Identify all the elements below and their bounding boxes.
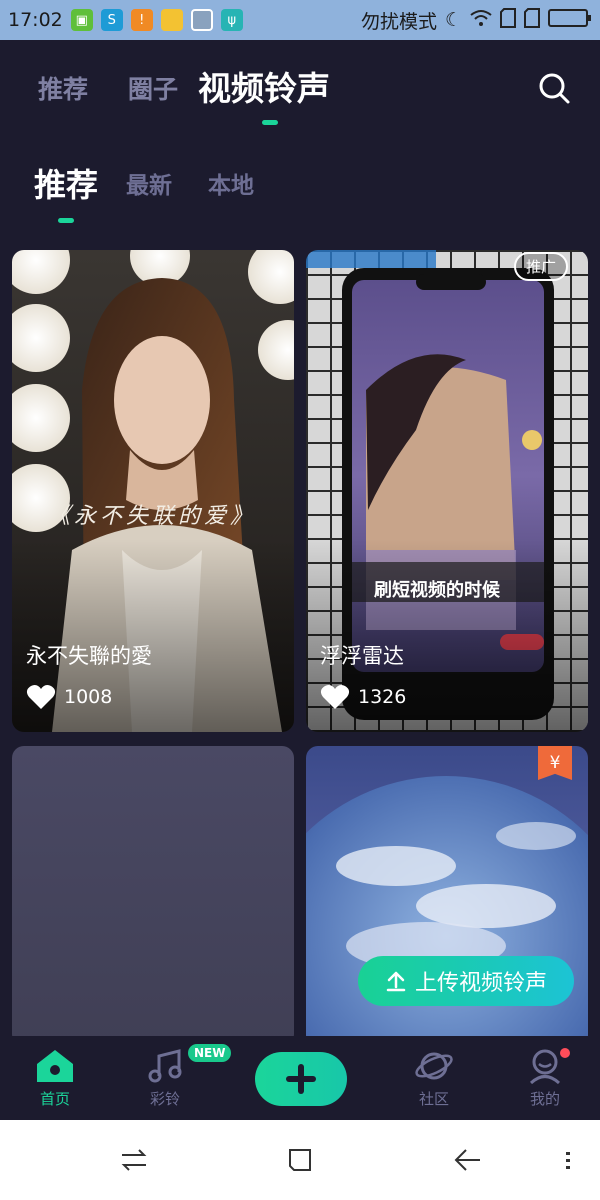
card-likes[interactable]: 1008 <box>26 684 112 710</box>
nav-home[interactable]: 首页 <box>15 1048 95 1109</box>
usb-icon: ψ <box>220 9 243 31</box>
search-button[interactable] <box>536 70 572 106</box>
bottom-nav: 首页 彩铃 NEW 社区 我的 <box>0 1036 600 1120</box>
nav-label: 首页 <box>39 1090 70 1108</box>
top-tab-indicator <box>262 120 278 125</box>
heart-icon <box>320 685 350 709</box>
back-icon <box>454 1149 480 1171</box>
status-bar: 17:02 ▣ S ! ψ 勿扰模式 ☾ <box>0 0 600 40</box>
card-overlay-text: 《永不失联的爱》 <box>48 504 257 529</box>
upload-video-ringtone-button[interactable]: 上传视频铃声 <box>358 956 574 1006</box>
warning-icon: ! <box>130 9 153 31</box>
system-nav-bar <box>0 1120 600 1200</box>
switch-app-button[interactable] <box>118 1144 150 1176</box>
app-icon: ▣ <box>70 9 93 31</box>
video-card[interactable]: 刷短视频的时候 推广 浮浮雷达 1326 <box>306 250 588 732</box>
tab-video-ringtone[interactable]: 视频铃声 <box>198 62 330 110</box>
subtab-recommend[interactable]: 推荐 <box>34 160 98 206</box>
top-tab-bar: 推荐 圈子 视频铃声 <box>0 40 600 140</box>
like-count: 1008 <box>64 686 113 708</box>
plus-icon <box>286 1064 316 1094</box>
sync-icon: S <box>100 9 123 31</box>
heart-icon <box>26 685 56 709</box>
nav-label: 彩铃 <box>149 1090 180 1108</box>
tab-circle[interactable]: 圈子 <box>128 70 178 106</box>
nav-community[interactable]: 社区 <box>394 1048 474 1109</box>
subtab-latest[interactable]: 最新 <box>126 166 172 200</box>
like-count: 1326 <box>358 686 407 708</box>
dnd-label: 勿扰模式 <box>360 10 437 33</box>
menu-icon <box>566 1152 570 1169</box>
nav-label: 社区 <box>418 1090 449 1108</box>
menu-button[interactable] <box>552 1144 584 1176</box>
new-badge: NEW <box>188 1044 232 1062</box>
planet-icon <box>415 1052 453 1080</box>
sub-tab-bar: 推荐 最新 本地 <box>0 140 600 240</box>
home-icon <box>37 1050 73 1082</box>
search-icon <box>539 73 570 104</box>
battery-icon <box>548 8 592 33</box>
sub-tab-indicator <box>58 218 74 223</box>
wifi-icon <box>470 9 492 32</box>
upload-label: 上传视频铃声 <box>414 971 547 996</box>
add-button[interactable] <box>255 1052 347 1106</box>
tab-recommend[interactable]: 推荐 <box>38 70 88 106</box>
video-card-placeholder[interactable] <box>12 746 294 1046</box>
home-square-icon <box>289 1149 311 1171</box>
card-title: 永不失聯的愛 <box>26 644 152 668</box>
card-likes[interactable]: 1326 <box>320 684 406 710</box>
subtab-local[interactable]: 本地 <box>208 166 254 200</box>
sim1-icon <box>500 7 516 33</box>
home-system-button[interactable] <box>284 1144 316 1176</box>
moon-icon: ☾ <box>444 9 462 31</box>
folder-icon <box>160 9 183 31</box>
card-overlay-text: 刷短视频的时候 <box>374 580 500 601</box>
upload-icon <box>386 971 406 992</box>
notification-dot <box>560 1048 570 1058</box>
nav-profile[interactable]: 我的 <box>505 1048 585 1109</box>
back-button[interactable] <box>452 1144 484 1176</box>
sim2-icon <box>524 7 540 33</box>
video-card[interactable]: 《永不失联的爱》 永不失聯的愛 1008 <box>12 250 294 732</box>
nav-label: 我的 <box>529 1090 560 1108</box>
profile-icon <box>529 1049 561 1084</box>
music-icon <box>148 1049 182 1083</box>
card-title: 浮浮雷达 <box>320 644 404 668</box>
switch-icon <box>121 1149 147 1171</box>
promo-badge: 推广 <box>513 252 568 281</box>
status-time: 17:02 <box>8 9 63 31</box>
brush-icon <box>190 9 213 31</box>
